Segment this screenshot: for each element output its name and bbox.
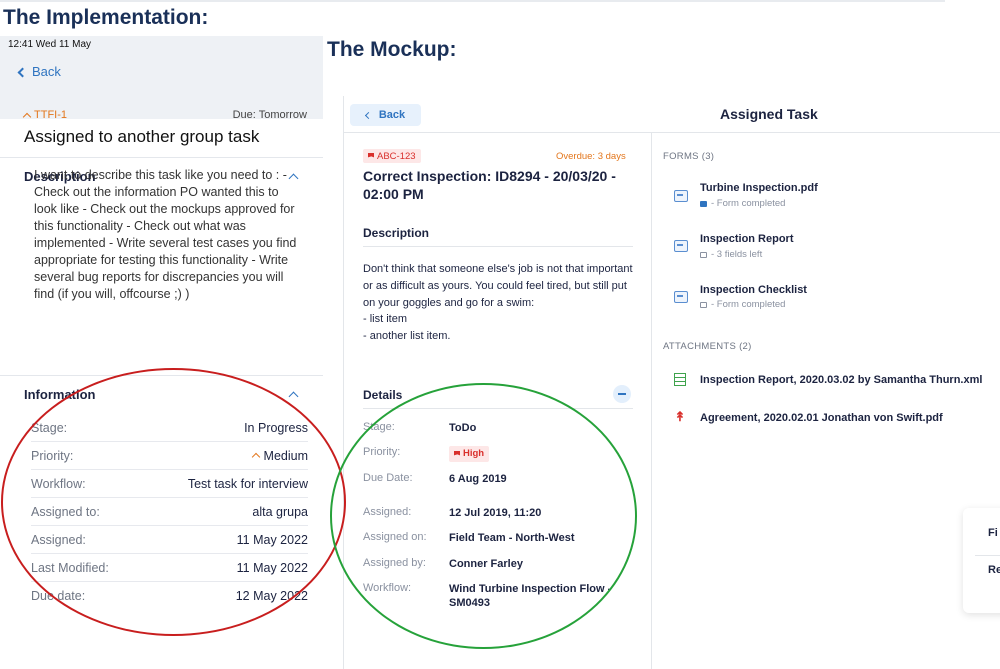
description-paragraph: Don't think that someone else's job is n… [363, 263, 633, 309]
mockup-left-border [343, 96, 344, 669]
back-label: Back [378, 109, 406, 121]
comment-icon [700, 251, 707, 258]
attachment-pdf[interactable]: Agreement, 2020.02.01 Jonathan von Swift… [700, 412, 943, 424]
mockup-task-title: Correct Inspection: ID8294 - 20/03/20 - … [363, 168, 616, 202]
form-icon [674, 291, 688, 303]
task-id-label: TTFI-1 [34, 109, 67, 121]
task-id-badge: ABC-123 [363, 149, 421, 163]
back-button[interactable]: Back [17, 64, 61, 79]
minus-icon [618, 393, 626, 395]
status-header: 12:41 Wed 11 May Back [0, 36, 323, 119]
form-name[interactable]: Turbine Inspection.pdf [700, 182, 818, 194]
comment-icon [700, 200, 707, 207]
task-id: TTFI-1 [22, 109, 67, 121]
form-status-text: - 3 fields left [711, 249, 763, 260]
task-id-label: ABC-123 [377, 150, 416, 162]
mockup-description-heading: Description [363, 226, 430, 240]
mockup-heading: The Mockup: [327, 38, 457, 61]
form-status-text: - Form completed [711, 198, 786, 209]
form-item-turbine-inspection[interactable] [674, 190, 688, 202]
popup-option-1[interactable]: Fi [988, 527, 998, 539]
divider [363, 246, 633, 247]
details-heading: Details [363, 388, 403, 402]
form-icon [674, 240, 688, 252]
status-time: 12:41 Wed 11 May [8, 39, 92, 50]
forms-heading: FORMS (3) [663, 151, 715, 162]
task-title: Assigned to another group task [24, 127, 260, 146]
form-status: - 3 fields left [700, 249, 762, 260]
top-divider [0, 0, 945, 2]
form-status: - Form completed [700, 299, 785, 310]
form-item-inspection-report[interactable] [674, 240, 688, 252]
overdue-label: Overdue: 3 days [556, 151, 626, 162]
form-status: - Form completed [700, 198, 785, 209]
form-item-inspection-checklist[interactable] [674, 291, 688, 303]
attachment-xml[interactable]: Inspection Report, 2020.03.02 by Samanth… [700, 374, 982, 386]
priority-caret-icon [22, 112, 32, 121]
list-item: - list item [363, 313, 407, 326]
form-status-text: - Form completed [711, 299, 786, 310]
popup-option-2[interactable]: Re [988, 564, 1000, 576]
divider [975, 555, 1000, 556]
back-label: Back [32, 64, 61, 79]
form-name[interactable]: Inspection Checklist [700, 284, 807, 296]
description-text: I want to describe this task like you ne… [34, 168, 297, 301]
mockup-description-text: Don't think that someone else's job is n… [363, 261, 638, 345]
form-icon [674, 190, 688, 202]
column-divider [651, 132, 652, 669]
comment-icon [700, 301, 707, 308]
due-label: Due: Tomorrow [232, 109, 307, 121]
mockup-header-title: Assigned Task [720, 106, 818, 122]
list-item: - another list item. [363, 330, 451, 343]
chevron-left-icon [364, 111, 372, 120]
collapse-information-icon[interactable] [288, 391, 299, 402]
attachments-heading: ATTACHMENTS (2) [663, 341, 752, 352]
green-annotation-ellipse [330, 383, 637, 649]
form-name[interactable]: Inspection Report [700, 233, 794, 245]
collapse-details-button[interactable] [613, 385, 631, 403]
pdf-icon: ↟ [674, 409, 686, 424]
header-divider [343, 132, 1000, 133]
divider [0, 157, 323, 158]
flag-icon [368, 152, 374, 158]
mockup-back-button[interactable]: Back [350, 104, 421, 126]
implementation-heading: The Implementation: [3, 6, 209, 29]
red-annotation-ellipse [1, 368, 346, 636]
chevron-left-icon [17, 67, 28, 77]
action-popup: Fi Re [963, 508, 1000, 613]
spreadsheet-icon [674, 373, 686, 386]
